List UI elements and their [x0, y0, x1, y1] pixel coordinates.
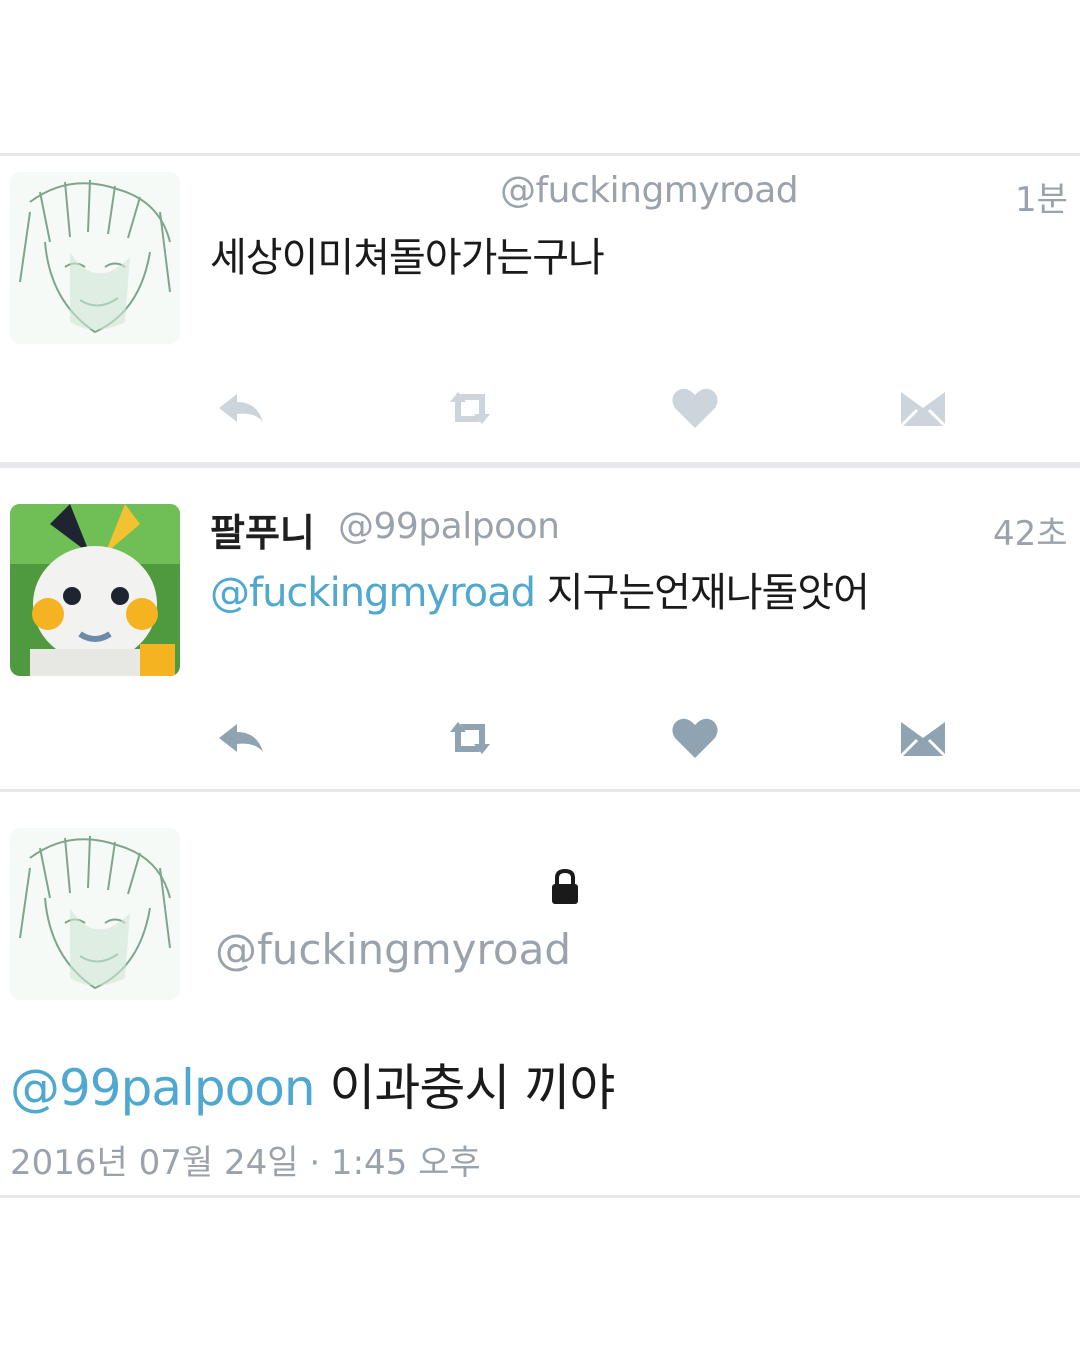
reply-icon[interactable]: [213, 380, 269, 436]
detail-text: @99palpoon 이과충시 끼야: [10, 1048, 615, 1120]
divider-2: [0, 789, 1080, 792]
divider-top: [0, 153, 1080, 156]
detail-handle[interactable]: @fuckingmyroad: [215, 925, 571, 974]
divider-3: [0, 1195, 1080, 1198]
avatar-sketch[interactable]: [10, 828, 180, 1000]
tweet-2-actions: [205, 710, 965, 766]
tweet-1-time[interactable]: 1분: [1015, 172, 1068, 221]
divider-1: [0, 462, 1080, 468]
tweet-1-actions: [205, 380, 965, 436]
retweet-icon[interactable]: [442, 710, 498, 766]
tweet-2-time[interactable]: 42초: [993, 506, 1068, 555]
tweet-2-mention[interactable]: @fuckingmyroad: [210, 570, 536, 616]
like-icon[interactable]: [667, 710, 723, 766]
reply-icon[interactable]: [213, 710, 269, 766]
detail-timestamp: 2016년 07월 24일 · 1:45 오후: [10, 1143, 481, 1183]
lock-icon: [548, 868, 582, 906]
detail-mention[interactable]: @99palpoon: [10, 1059, 316, 1117]
tweet-1-handle[interactable]: @fuckingmyroad: [500, 170, 799, 211]
tweet-2-body: 지구는언재나돌앗어: [546, 570, 870, 616]
message-icon[interactable]: [895, 710, 951, 766]
like-icon[interactable]: [667, 380, 723, 436]
retweet-icon[interactable]: [442, 380, 498, 436]
tweet-2-handle[interactable]: @99palpoon: [338, 506, 560, 547]
detail-body: 이과충시 끼야: [329, 1059, 615, 1117]
message-icon[interactable]: [895, 380, 951, 436]
tweet-1-text: 세상이미쳐돌아가는구나: [210, 235, 605, 281]
avatar-pikachu[interactable]: [10, 504, 180, 676]
avatar-sketch[interactable]: [10, 172, 180, 344]
tweet-2-name[interactable]: 팔푸니: [210, 502, 315, 557]
tweet-2-text: @fuckingmyroad 지구는언재나돌앗어: [210, 560, 870, 618]
